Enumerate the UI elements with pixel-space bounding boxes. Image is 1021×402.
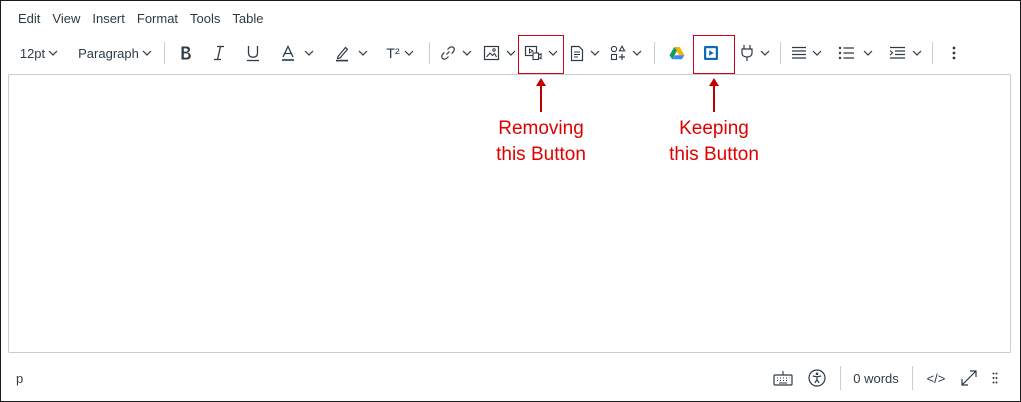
chevron-down-icon	[548, 50, 558, 56]
statusbar-divider	[912, 366, 913, 390]
document-button[interactable]	[566, 36, 604, 70]
menu-view[interactable]: View	[46, 9, 86, 29]
keyboard-shortcuts-button[interactable]	[772, 367, 794, 389]
element-path[interactable]: p	[16, 371, 23, 386]
embed-media-button[interactable]	[698, 36, 724, 70]
toolbar-divider	[164, 42, 165, 64]
keyboard-icon	[773, 371, 793, 386]
chevron-down-icon	[462, 50, 472, 56]
chevron-down-icon	[812, 50, 821, 56]
html-editor-label: </>	[926, 370, 946, 386]
menu-insert[interactable]: Insert	[86, 9, 131, 29]
expand-icon	[961, 370, 977, 386]
menu-format[interactable]: Format	[131, 9, 184, 29]
resize-handle[interactable]	[988, 367, 1002, 389]
more-options-button[interactable]	[944, 36, 964, 70]
removing-annotation-line2: this Button	[496, 144, 586, 165]
word-count: 0 words	[853, 370, 899, 386]
align-icon	[791, 46, 806, 59]
removing-annotation: Removing this Button	[470, 116, 612, 168]
chevron-down-icon	[632, 50, 642, 56]
block-format-value: Paragraph	[78, 45, 139, 61]
document-icon	[570, 45, 584, 61]
fullscreen-button[interactable]	[958, 367, 980, 389]
align-button[interactable]	[786, 36, 826, 70]
underline-icon	[247, 45, 259, 61]
link-button[interactable]	[437, 36, 475, 70]
chevron-down-icon	[760, 50, 769, 56]
list-button[interactable]	[834, 36, 876, 70]
bold-icon	[181, 46, 191, 60]
menu-edit[interactable]: Edit	[12, 9, 46, 29]
embed-media-icon	[704, 46, 718, 60]
highlight-icon	[336, 46, 349, 61]
keeping-annotation: Keeping this Button	[643, 116, 785, 168]
media-icon	[524, 45, 542, 61]
toolbar-divider	[654, 42, 655, 64]
superscript-button[interactable]: T²	[378, 36, 422, 70]
highlight-button[interactable]	[330, 36, 372, 70]
chevron-down-icon	[304, 50, 314, 56]
toolbar: 12pt Paragraph T²	[14, 36, 1009, 70]
list-icon	[838, 46, 854, 60]
menu-tools[interactable]: Tools	[184, 9, 226, 29]
google-drive-button[interactable]	[666, 36, 688, 70]
grip-icon	[992, 372, 998, 384]
italic-icon	[214, 45, 224, 61]
image-icon	[483, 45, 499, 61]
chevron-down-icon	[142, 50, 152, 56]
statusbar-divider	[840, 366, 841, 390]
accessibility-checker-button[interactable]	[806, 367, 828, 389]
removing-arrow	[540, 84, 542, 112]
text-color-button[interactable]	[276, 36, 318, 70]
more-icon	[952, 46, 956, 60]
underline-button[interactable]	[241, 36, 265, 70]
italic-button[interactable]	[207, 36, 231, 70]
chevron-down-icon	[358, 50, 368, 56]
chevron-down-icon	[912, 50, 921, 56]
text-color-icon	[282, 44, 294, 61]
accessibility-icon	[808, 369, 826, 387]
toolbar-divider	[932, 42, 933, 64]
apps-icon	[610, 45, 626, 61]
chevron-down-icon	[48, 50, 58, 56]
keeping-arrow	[713, 84, 715, 112]
word-count-button[interactable]: 0 words	[850, 367, 902, 389]
menu-table[interactable]: Table	[226, 9, 269, 29]
record-upload-media-button[interactable]	[521, 36, 561, 70]
removing-annotation-line1: Removing	[498, 118, 584, 139]
font-size-select[interactable]: 12pt	[14, 36, 64, 70]
google-drive-icon	[669, 47, 685, 60]
menubar: Edit View Insert Format Tools Table	[12, 9, 269, 29]
html-editor-toggle[interactable]: </>	[922, 367, 950, 389]
chevron-down-icon	[863, 50, 872, 56]
plugin-button[interactable]	[734, 36, 774, 70]
status-bar: p 0 words </>	[8, 358, 1011, 398]
block-format-select[interactable]: Paragraph	[76, 36, 154, 70]
superscript-icon: T²	[386, 45, 400, 61]
image-button[interactable]	[480, 36, 518, 70]
link-icon	[441, 46, 455, 60]
keeping-annotation-line1: Keeping	[679, 118, 749, 139]
toolbar-divider	[429, 42, 430, 64]
apps-button[interactable]	[606, 36, 646, 70]
keeping-annotation-line2: this Button	[669, 144, 759, 165]
chevron-down-icon	[590, 50, 600, 56]
toolbar-divider	[780, 42, 781, 64]
bold-button[interactable]	[174, 36, 198, 70]
chevron-down-icon	[404, 50, 414, 56]
indent-icon	[889, 46, 905, 59]
font-size-value: 12pt	[19, 45, 46, 61]
chevron-down-icon	[506, 50, 515, 56]
indent-button[interactable]	[884, 36, 926, 70]
plugin-icon	[740, 45, 753, 61]
